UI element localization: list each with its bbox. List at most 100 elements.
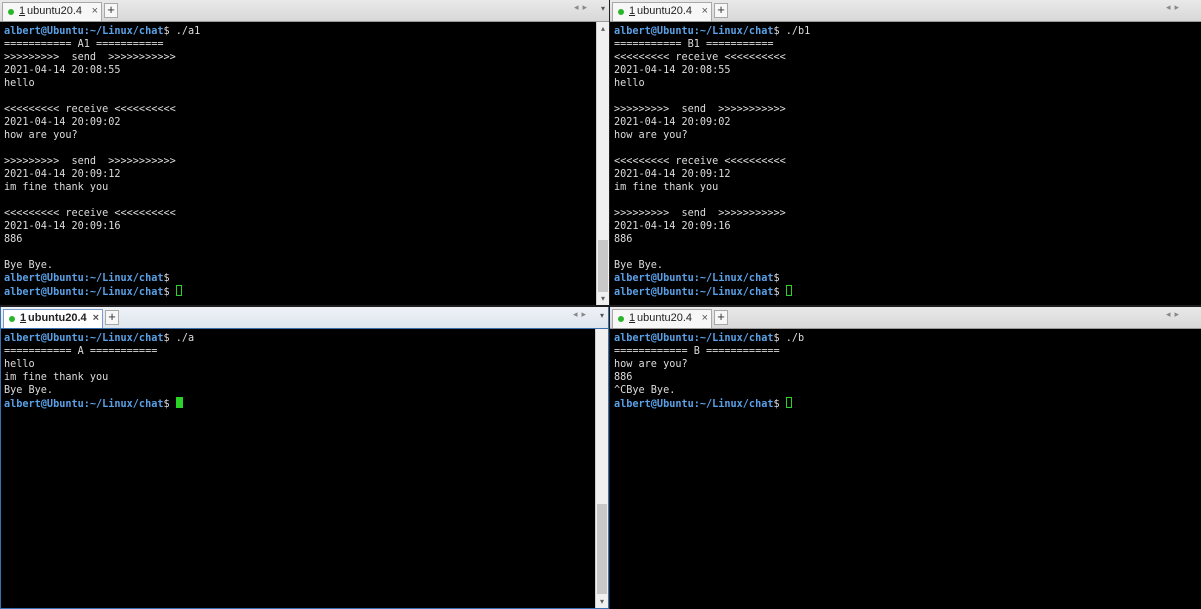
line-text: $: [163, 273, 170, 284]
session-tab[interactable]: 1 ubuntu20.4 ×: [2, 2, 102, 21]
tab-menu-icon[interactable]: ▾: [601, 4, 605, 13]
close-tab-icon[interactable]: ×: [92, 3, 98, 20]
new-tab-button[interactable]: +: [105, 310, 119, 325]
tab-nav-arrows[interactable]: ◂▸: [573, 310, 590, 320]
line-text: ^CBye Bye.: [614, 385, 676, 396]
line-text: how are you?: [614, 359, 688, 370]
line-text: Bye Bye.: [4, 385, 54, 396]
terminal-output[interactable]: albert@Ubuntu:~/Linux/chat$ ./b1 ========…: [614, 25, 1197, 305]
line-text: hello: [4, 78, 35, 89]
new-tab-button[interactable]: +: [104, 3, 118, 18]
tab-title: ubuntu20.4: [637, 5, 693, 17]
terminal-output-line: >>>>>>>>> send >>>>>>>>>>>: [614, 207, 1197, 220]
line-text: $: [163, 287, 176, 298]
terminal-output-line: 2021-04-14 20:09:12: [4, 168, 595, 181]
terminal-prompt-line: albert@Ubuntu:~/Linux/chat$: [4, 285, 595, 298]
status-dot-icon: [618, 316, 624, 322]
terminal-prompt-line: albert@Ubuntu:~/Linux/chat$: [4, 272, 595, 285]
terminal-output[interactable]: albert@Ubuntu:~/Linux/chat$ ./a1 ========…: [4, 25, 595, 305]
text-cursor: [785, 397, 792, 408]
status-dot-icon: [618, 9, 624, 15]
terminal-output-line: 2021-04-14 20:09:16: [4, 220, 595, 233]
session-tab[interactable]: 1 ubuntu20.4 ×: [612, 2, 712, 21]
session-tab[interactable]: 1 ubuntu20.4 ×: [612, 309, 712, 328]
terminal-output-line: =========== B1 ===========: [614, 38, 1197, 51]
line-text: hello: [614, 78, 645, 89]
line-text: >>>>>>>>> send >>>>>>>>>>>: [4, 52, 176, 63]
nav-next-icon[interactable]: ▸: [581, 310, 590, 320]
line-text: 2021-04-14 20:09:02: [614, 117, 731, 128]
line-text: 2021-04-14 20:09:02: [4, 117, 121, 128]
line-text: 2021-04-14 20:08:55: [4, 65, 121, 76]
line-text: >>>>>>>>> send >>>>>>>>>>>: [614, 208, 786, 219]
terminal-output-line: im fine thank you: [4, 371, 594, 384]
tab-nav-arrows[interactable]: ◂▸: [574, 3, 591, 13]
line-text: 2021-04-14 20:09:12: [614, 169, 731, 180]
status-dot-icon: [8, 9, 14, 15]
close-tab-icon[interactable]: ×: [93, 310, 99, 327]
tab-menu-icon[interactable]: ▾: [600, 311, 604, 320]
shell-prompt: albert@Ubuntu:~/Linux/chat: [614, 26, 774, 37]
terminal-output-line: 2021-04-14 20:08:55: [4, 64, 595, 77]
line-text: $: [773, 399, 786, 410]
terminal-prompt-line: albert@Ubuntu:~/Linux/chat$: [4, 397, 594, 410]
shell-prompt: albert@Ubuntu:~/Linux/chat: [4, 333, 164, 344]
terminal-pane-bottom-right[interactable]: 1 ubuntu20.4 × + ◂▸ albert@Ubuntu:~/Linu…: [610, 307, 1201, 609]
shell-prompt: albert@Ubuntu:~/Linux/chat: [4, 399, 164, 410]
terminal-output-line: ^CBye Bye.: [614, 384, 1197, 397]
line-text: <<<<<<<<< receive <<<<<<<<<<: [614, 52, 786, 63]
session-tab-active[interactable]: 1 ubuntu20.4 ×: [3, 309, 103, 328]
shell-prompt: albert@Ubuntu:~/Linux/chat: [4, 26, 164, 37]
terminal-pane-top-right[interactable]: 1 ubuntu20.4 × + ◂▸ albert@Ubuntu:~/Linu…: [610, 0, 1201, 305]
nav-next-icon[interactable]: ▸: [1174, 310, 1183, 320]
scroll-thumb[interactable]: [598, 240, 608, 292]
line-text: 886: [614, 372, 633, 383]
scroll-down-icon[interactable]: ▾: [597, 292, 609, 305]
nav-next-icon[interactable]: ▸: [1174, 3, 1183, 13]
tab-nav-arrows[interactable]: ◂▸: [1166, 310, 1183, 320]
terminal-output-line: <<<<<<<<< receive <<<<<<<<<<: [614, 51, 1197, 64]
tab-nav-arrows[interactable]: ◂▸: [1166, 3, 1183, 13]
scroll-up-icon[interactable]: ▴: [597, 22, 609, 35]
terminal-output-line: Bye Bye.: [4, 259, 595, 272]
terminal-pane-top-left[interactable]: 1 ubuntu20.4 × + ◂▸ ▾ albert@Ubuntu:~/Li…: [0, 0, 609, 305]
new-tab-button[interactable]: +: [714, 3, 728, 18]
scroll-down-icon[interactable]: ▾: [596, 595, 608, 608]
tab-bar: 1 ubuntu20.4 × + ◂▸: [610, 0, 1201, 22]
vertical-scrollbar[interactable]: ▾: [595, 329, 608, 608]
vertical-scrollbar[interactable]: ▴ ▾: [596, 22, 609, 305]
terminal-output-line: 2021-04-14 20:08:55: [614, 64, 1197, 77]
shell-prompt: albert@Ubuntu:~/Linux/chat: [4, 287, 164, 298]
new-tab-button[interactable]: +: [714, 310, 728, 325]
close-tab-icon[interactable]: ×: [702, 3, 708, 20]
line-text: <<<<<<<<< receive <<<<<<<<<<: [4, 104, 176, 115]
tab-number: 1: [19, 5, 26, 17]
tab-title: ubuntu20.4: [27, 5, 83, 17]
line-text: 2021-04-14 20:09:16: [614, 221, 731, 232]
terminal-output-line: hello: [4, 358, 594, 371]
line-text: hello: [4, 359, 35, 370]
terminal-output-line: im fine thank you: [4, 181, 595, 194]
terminal-output[interactable]: albert@Ubuntu:~/Linux/chat$ ./b =========…: [614, 332, 1197, 609]
terminal-output-line: 2021-04-14 20:09:12: [614, 168, 1197, 181]
terminal-pane-bottom-left[interactable]: 1 ubuntu20.4 × + ◂▸ ▾ albert@Ubuntu:~/Li…: [0, 307, 609, 609]
shell-prompt: albert@Ubuntu:~/Linux/chat: [614, 287, 774, 298]
terminal-prompt-line: albert@Ubuntu:~/Linux/chat$: [614, 285, 1197, 298]
terminal-output-line: 886: [614, 371, 1197, 384]
line-text: 886: [614, 234, 633, 245]
shell-prompt: albert@Ubuntu:~/Linux/chat: [614, 273, 774, 284]
nav-next-icon[interactable]: ▸: [582, 3, 591, 13]
line-text: ============ B ============: [614, 346, 780, 357]
terminal-output-line: how are you?: [4, 129, 595, 142]
shell-prompt: albert@Ubuntu:~/Linux/chat: [4, 273, 164, 284]
terminal-output-line: im fine thank you: [614, 181, 1197, 194]
scroll-thumb[interactable]: [597, 504, 607, 594]
close-tab-icon[interactable]: ×: [702, 310, 708, 327]
terminal-output[interactable]: albert@Ubuntu:~/Linux/chat$ ./a =========…: [4, 332, 594, 608]
